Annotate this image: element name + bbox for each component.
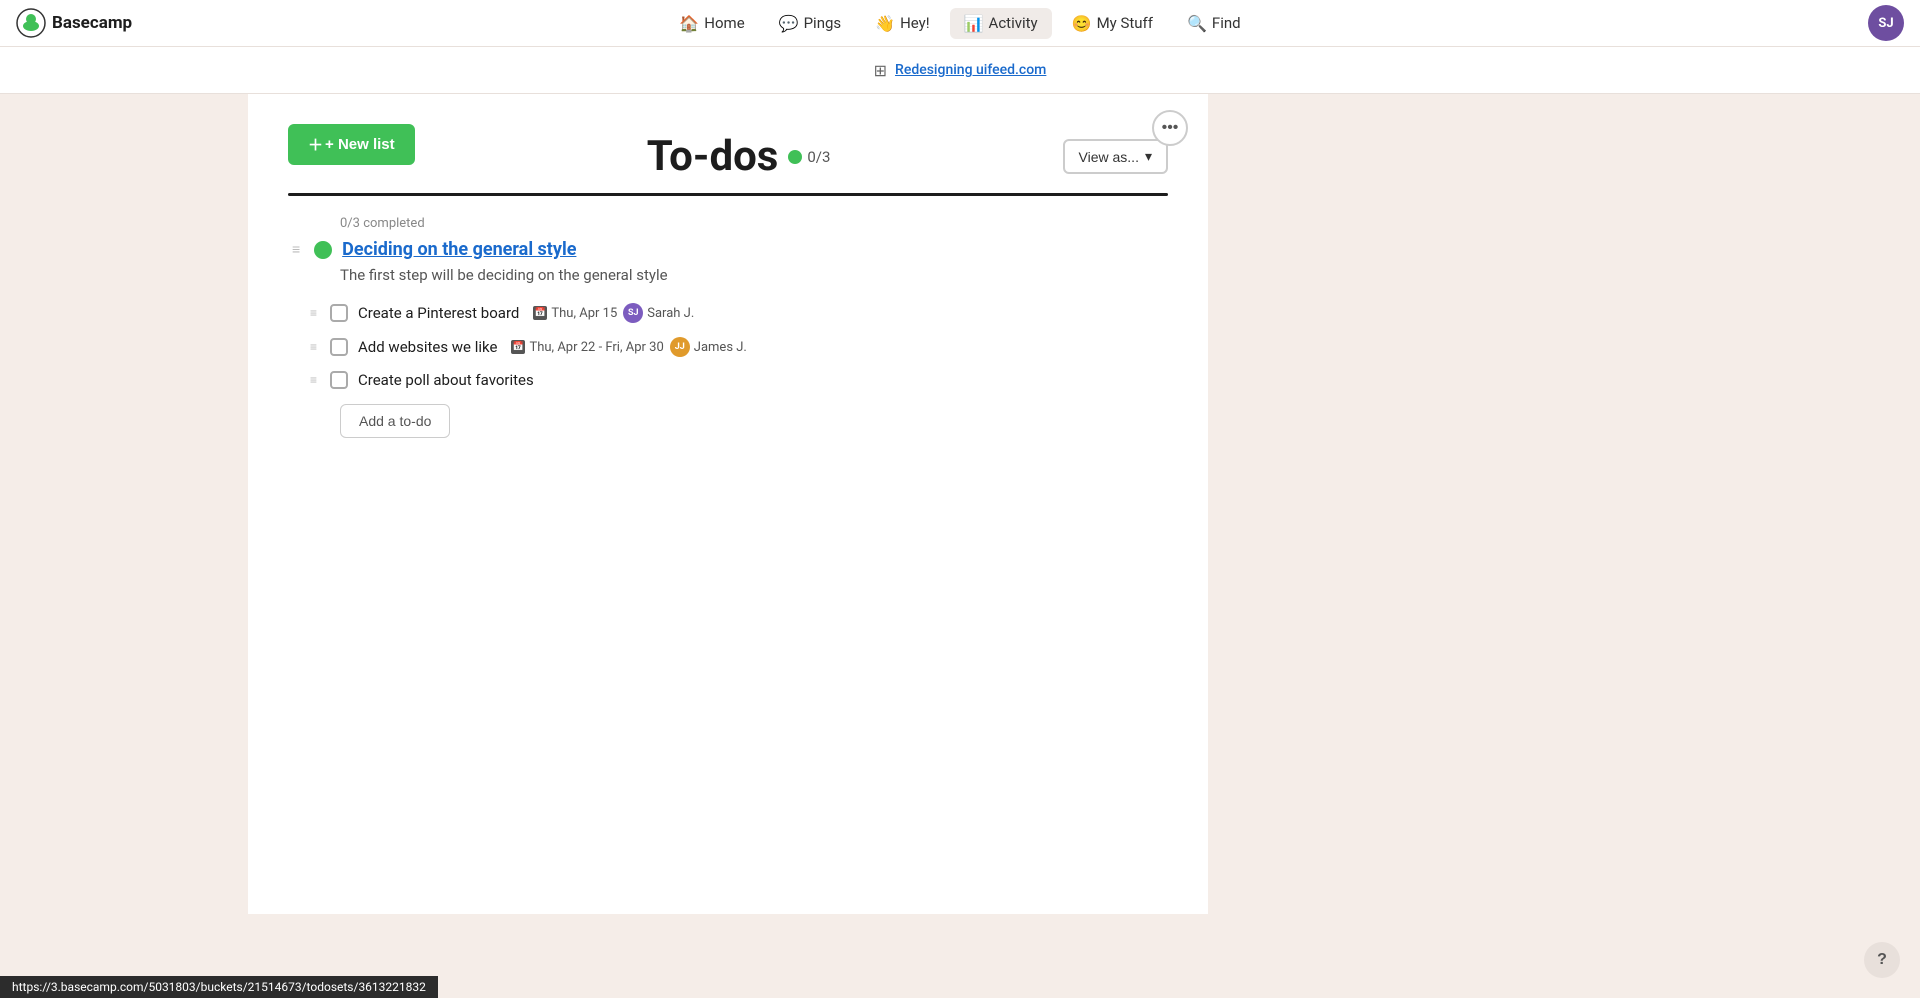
assignee-avatar-2: JJ (670, 337, 690, 357)
todo-list-title[interactable]: Deciding on the general style (342, 239, 576, 260)
nav-home-label: Home (704, 14, 744, 32)
project-link[interactable]: Redesigning uifeed.com (895, 62, 1046, 78)
todos-badge: 0/3 (788, 148, 830, 166)
project-bar: ⊞ Redesigning uifeed.com (0, 47, 1920, 94)
todo-date-2: 📅 Thu, Apr 22 - Fri, Apr 30 (511, 340, 663, 355)
todo-drag-handle[interactable]: ≡ (306, 371, 320, 389)
todo-label-1: Create a Pinterest board (358, 304, 519, 322)
todo-meta-2: 📅 Thu, Apr 22 - Fri, Apr 30 JJ James J. (511, 337, 746, 357)
nav-hey-label: Hey! (900, 14, 930, 32)
nav-find-label: Find (1212, 14, 1241, 32)
mystuff-icon: 😊 (1072, 14, 1092, 33)
new-list-button[interactable]: ＋ + New list (288, 124, 415, 165)
avatar-initials: SJ (1878, 16, 1893, 31)
completion-status: 0/3 completed (340, 216, 1168, 231)
home-icon: 🏠 (679, 14, 699, 33)
nav-mystuff[interactable]: 😊 My Stuff (1058, 8, 1167, 39)
todos-title-group: To-dos 0/3 (647, 132, 831, 181)
nav-pings[interactable]: 💬 Pings (765, 8, 855, 39)
todo-checkbox-1[interactable] (330, 304, 348, 322)
todo-drag-handle[interactable]: ≡ (306, 304, 320, 322)
todo-date-text-2: Thu, Apr 22 - Fri, Apr 30 (529, 340, 663, 355)
assignee-avatar-1: SJ (623, 303, 643, 323)
todo-list-title-row: ≡ Deciding on the general style (288, 239, 1168, 260)
nav-links: 🏠 Home 💬 Pings 👋 Hey! 📊 Activity 😊 My St… (665, 8, 1254, 39)
assignee-badge-2: JJ James J. (670, 337, 747, 357)
content-card: ••• ＋ + New list To-dos 0/3 View as... ▾ (248, 94, 1208, 914)
help-button[interactable]: ? (1864, 942, 1900, 978)
hey-icon: 👋 (875, 14, 895, 33)
more-dots: ••• (1162, 119, 1179, 137)
basecamp-logo[interactable]: Basecamp (16, 8, 132, 38)
nav-home[interactable]: 🏠 Home (665, 8, 758, 39)
new-list-label: + New list (325, 136, 395, 153)
todo-list-description: The first step will be deciding on the g… (340, 266, 1168, 284)
assignee-initials-1: SJ (628, 308, 639, 318)
todo-item: ≡ Create poll about favorites (306, 364, 1168, 396)
nav-find[interactable]: 🔍 Find (1173, 8, 1255, 39)
activity-icon: 📊 (964, 14, 984, 33)
nav-pings-label: Pings (804, 14, 842, 32)
todo-label-3: Create poll about favorites (358, 371, 534, 389)
top-navigation: Basecamp 🏠 Home 💬 Pings 👋 Hey! 📊 Activit… (0, 0, 1920, 47)
nav-hey[interactable]: 👋 Hey! (861, 8, 943, 39)
todos-divider (288, 193, 1168, 196)
nav-mystuff-label: My Stuff (1097, 14, 1153, 32)
user-avatar[interactable]: SJ (1868, 5, 1904, 41)
add-todo-button[interactable]: Add a to-do (340, 404, 450, 438)
status-bar: https://3.basecamp.com/5031803/buckets/2… (0, 976, 438, 998)
basecamp-logo-icon (16, 8, 46, 38)
todo-date-1: 📅 Thu, Apr 15 (533, 306, 617, 321)
todo-date-text-1: Thu, Apr 15 (551, 306, 617, 321)
view-as-chevron-icon: ▾ (1145, 148, 1152, 165)
find-icon: 🔍 (1187, 14, 1207, 33)
basecamp-wordmark: Basecamp (52, 13, 132, 33)
more-button[interactable]: ••• (1152, 110, 1188, 146)
page-title: To-dos (647, 132, 779, 181)
assignee-badge-1: SJ Sarah J. (623, 303, 694, 323)
assignee-name-2: James J. (694, 340, 747, 355)
list-drag-handle[interactable]: ≡ (288, 239, 304, 260)
calendar-icon-1: 📅 (533, 306, 547, 320)
todo-label-2: Add websites we like (358, 338, 497, 356)
todo-meta-1: 📅 Thu, Apr 15 SJ Sarah J. (533, 303, 694, 323)
list-status-dot (314, 241, 332, 259)
todo-checkbox-2[interactable] (330, 338, 348, 356)
status-url: https://3.basecamp.com/5031803/buckets/2… (12, 980, 426, 994)
new-list-plus-icon: ＋ (308, 134, 323, 155)
nav-activity-label: Activity (989, 14, 1038, 32)
help-icon: ? (1877, 951, 1887, 969)
assignee-initials-2: JJ (675, 342, 685, 352)
view-as-button[interactable]: View as... ▾ (1063, 139, 1168, 174)
todo-checkbox-3[interactable] (330, 371, 348, 389)
view-as-label: View as... (1079, 149, 1139, 165)
badge-dot (788, 150, 802, 164)
pings-icon: 💬 (779, 14, 799, 33)
calendar-icon-2: 📅 (511, 340, 525, 354)
todo-list-section: 0/3 completed ≡ Deciding on the general … (288, 216, 1168, 438)
todo-item: ≡ Create a Pinterest board 📅 Thu, Apr 15… (306, 296, 1168, 330)
assignee-name-1: Sarah J. (647, 306, 694, 321)
todo-item: ≡ Add websites we like 📅 Thu, Apr 22 - F… (306, 330, 1168, 364)
main-wrapper: ••• ＋ + New list To-dos 0/3 View as... ▾ (0, 94, 1920, 914)
todo-drag-handle[interactable]: ≡ (306, 338, 320, 356)
todos-header: ＋ + New list To-dos 0/3 View as... ▾ (288, 124, 1168, 189)
project-grid-icon: ⊞ (874, 61, 887, 80)
add-todo-label: Add a to-do (359, 413, 431, 429)
nav-activity[interactable]: 📊 Activity (950, 8, 1052, 39)
badge-count: 0/3 (807, 148, 830, 166)
